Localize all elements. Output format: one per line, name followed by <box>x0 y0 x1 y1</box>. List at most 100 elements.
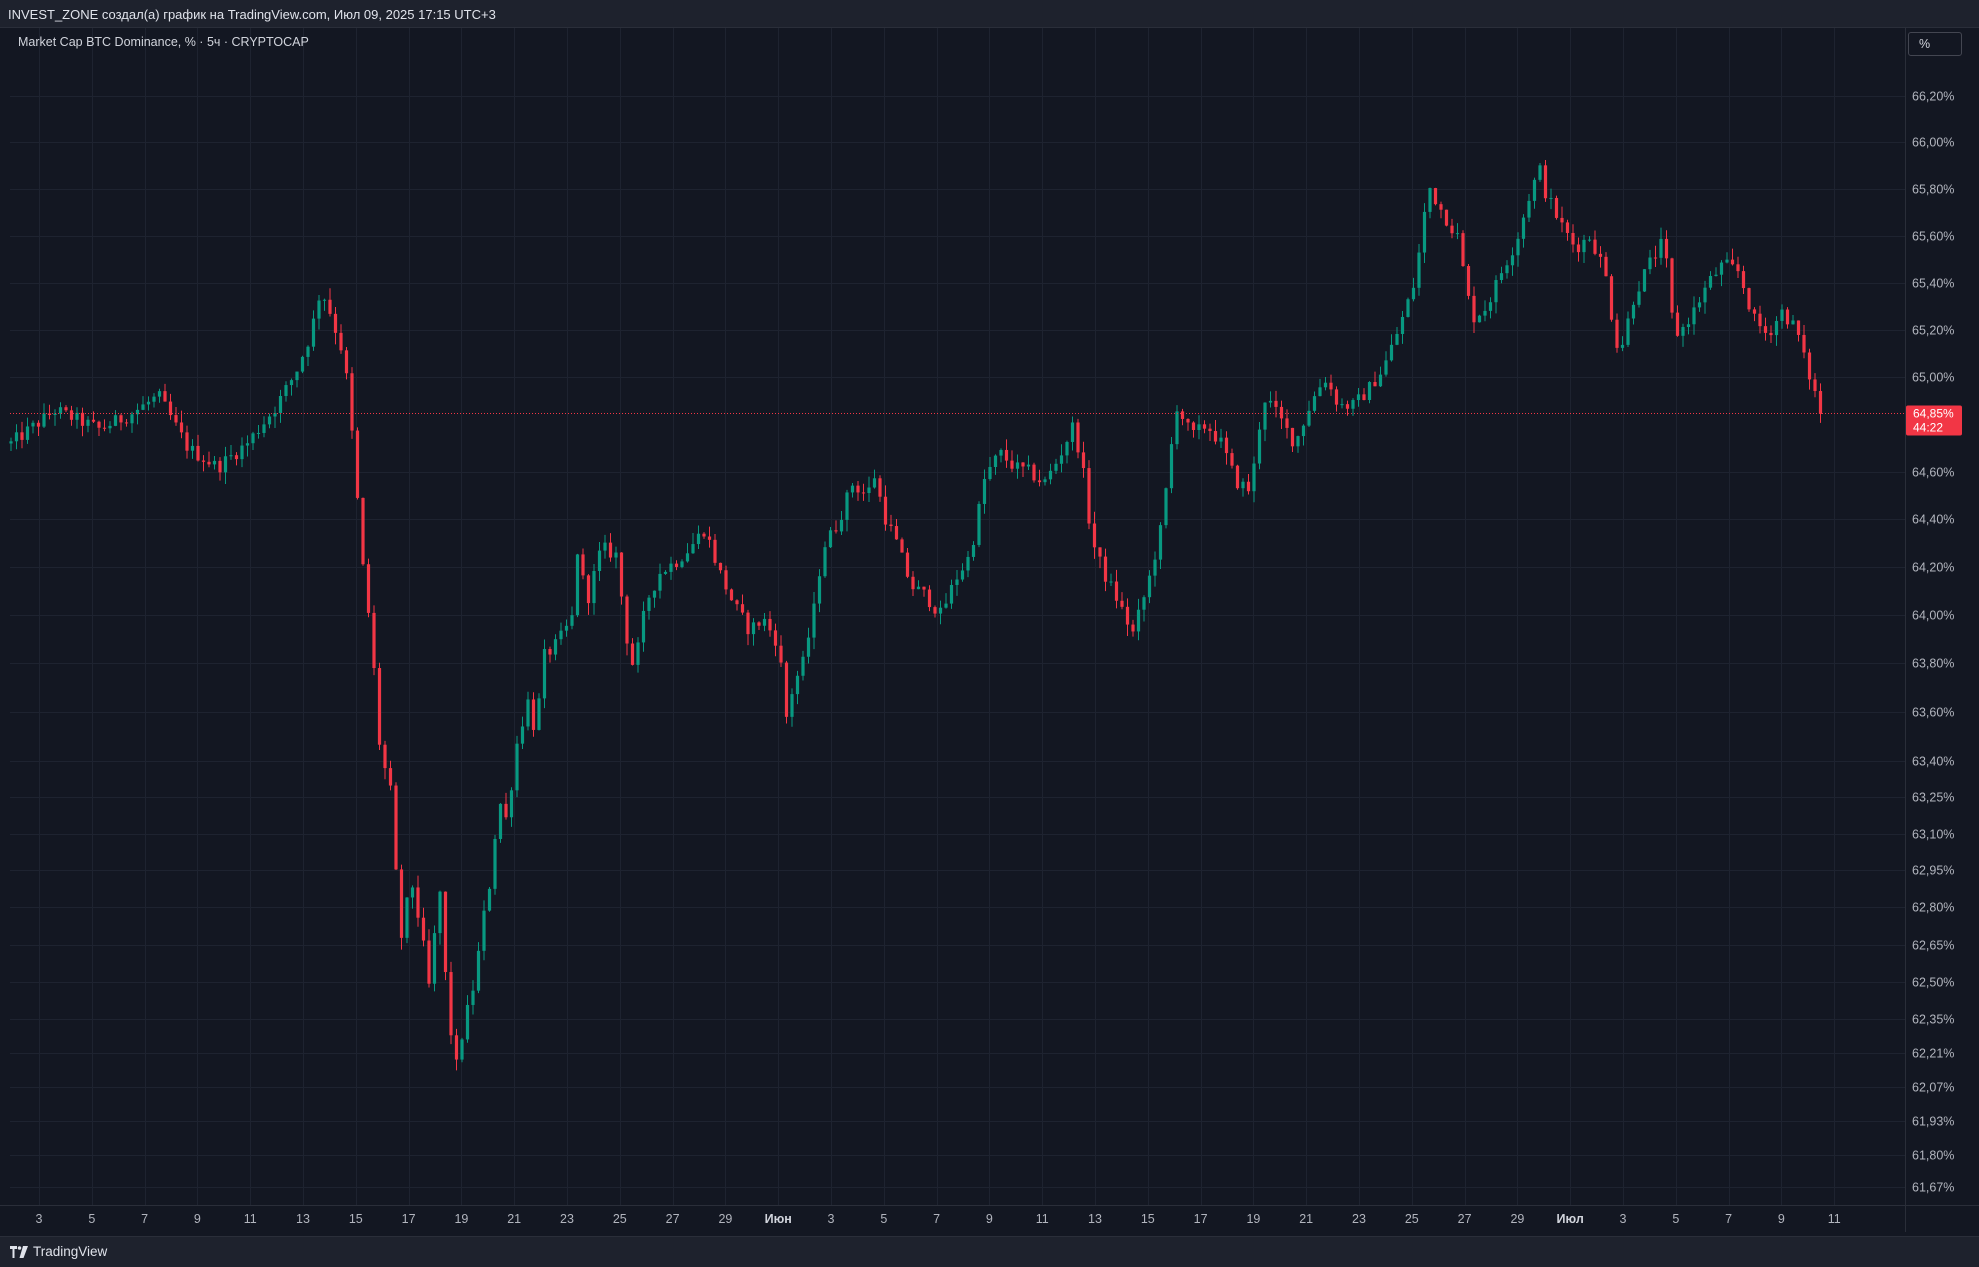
candle-body <box>977 503 981 545</box>
candle-body <box>581 554 585 576</box>
candle-body <box>839 519 844 532</box>
candle-body <box>454 1035 459 1060</box>
candle-body <box>174 415 178 423</box>
candle-body <box>878 478 882 497</box>
candle-body <box>1164 488 1168 526</box>
time-axis-tick-label: 19 <box>454 1212 468 1226</box>
candle-body <box>696 533 701 545</box>
candle-body <box>322 299 327 301</box>
time-axis-tick-label: 11 <box>1828 1212 1841 1226</box>
candle-body <box>350 373 354 431</box>
time-axis-tick-label: 7 <box>141 1212 148 1226</box>
candle-body <box>790 694 794 717</box>
candle-body <box>102 427 107 429</box>
candle-body <box>680 561 684 567</box>
tradingview-brand-link[interactable]: TradingView <box>10 1244 107 1259</box>
last-price-value: 64,85% <box>1913 407 1954 421</box>
time-axis-tick-label: 11 <box>1036 1212 1049 1226</box>
time-axis-tick-label: 19 <box>1246 1212 1260 1226</box>
candle-body <box>564 625 569 631</box>
candle-body <box>1813 379 1817 392</box>
candle-body <box>289 380 294 386</box>
candle-body <box>850 485 855 493</box>
candle-body <box>1697 302 1702 308</box>
price-axis-tick-label: 64,60% <box>1912 466 1954 480</box>
percent-scale-button[interactable]: % <box>1908 32 1962 56</box>
candle-body <box>394 785 398 870</box>
candle-body <box>1620 344 1625 348</box>
candle-body <box>608 542 613 558</box>
candle-body <box>185 432 189 451</box>
time-axis[interactable]: 3 5 7 9 11 13 15 17 19 21 23 25 27 29 Июн 3 5 7 9 11 13 15 17 1… <box>36 1212 1841 1226</box>
candle-body <box>685 553 690 562</box>
candle-body <box>1103 556 1108 582</box>
candle-body <box>262 424 266 433</box>
candle-body <box>757 622 761 626</box>
candle-body <box>487 888 492 911</box>
candle-body <box>377 668 382 745</box>
candle-body <box>652 590 657 598</box>
candle-body <box>190 445 195 451</box>
candle-body <box>1461 233 1465 267</box>
candle-body <box>1510 255 1515 266</box>
candle-body <box>949 584 954 604</box>
candle-body <box>1466 266 1471 296</box>
candle-body <box>927 589 932 608</box>
candle-body <box>1169 444 1174 489</box>
candle-body <box>823 547 827 577</box>
candle-body <box>1158 525 1163 560</box>
candle-body <box>1362 394 1366 401</box>
candle-body <box>1664 238 1669 259</box>
candle-body <box>1318 387 1322 397</box>
candle-body <box>1345 404 1350 409</box>
candle-body <box>1516 238 1520 256</box>
candle-body <box>1818 391 1823 414</box>
price-axis-tick-label: 62,80% <box>1912 901 1954 915</box>
candle-body <box>1455 233 1460 235</box>
candle-body <box>245 443 250 446</box>
series-legend-title[interactable]: Market Cap BTC Dominance, % · 5ч · CRYPT… <box>18 35 309 49</box>
candle-body <box>328 299 332 314</box>
candle-body <box>1417 252 1421 288</box>
candle-body <box>911 576 915 590</box>
candle-body <box>1367 382 1372 401</box>
price-axis-tick-label: 63,10% <box>1912 828 1954 842</box>
top-bar: INVEST_ZONE создал(а) график на TradingV… <box>0 0 1979 28</box>
candle-body <box>1268 400 1273 403</box>
price-axis[interactable]: 66,20% 66,00% 65,80% 65,60% 65,40% 65,20% 65,0… <box>1912 90 1954 1195</box>
candle-body <box>718 562 723 571</box>
candle-body <box>1494 280 1498 303</box>
candle-body <box>1021 462 1025 467</box>
candle-body <box>1631 304 1636 319</box>
candle-body <box>812 603 816 638</box>
tradingview-logo-icon <box>10 1245 28 1258</box>
candle-body <box>982 479 987 504</box>
time-axis-tick-label: 29 <box>718 1212 732 1226</box>
candle-body <box>1708 275 1713 288</box>
candle-body <box>1208 428 1212 432</box>
candle-body <box>707 536 712 540</box>
candle-body <box>1444 209 1449 226</box>
candle-body <box>641 610 646 643</box>
candle-body <box>1433 188 1438 205</box>
price-axis-tick-label: 65,20% <box>1912 324 1954 338</box>
candle-body <box>1719 262 1724 275</box>
chart-area[interactable]: 66,20% 66,00% 65,80% 65,60% 65,40% 65,20% 65,0… <box>0 28 1979 1236</box>
time-axis-tick-label: 17 <box>402 1212 416 1226</box>
time-axis-tick-label: 5 <box>1672 1212 1679 1226</box>
candle-body <box>1472 295 1476 323</box>
price-axis-tick-label: 66,00% <box>1912 136 1954 150</box>
candle-body <box>1109 581 1113 583</box>
candle-body <box>212 460 217 465</box>
candle-body <box>1576 244 1581 253</box>
candle-body <box>1323 382 1328 388</box>
price-axis-tick-label: 62,95% <box>1912 864 1954 878</box>
candle-body <box>834 530 838 532</box>
candle-body <box>1043 479 1047 483</box>
candle-body <box>1384 360 1388 375</box>
candle-body <box>1653 257 1658 259</box>
candle-body <box>1807 352 1812 380</box>
candle-body <box>537 698 541 730</box>
candle-body <box>922 586 926 590</box>
candle-body <box>966 556 970 571</box>
